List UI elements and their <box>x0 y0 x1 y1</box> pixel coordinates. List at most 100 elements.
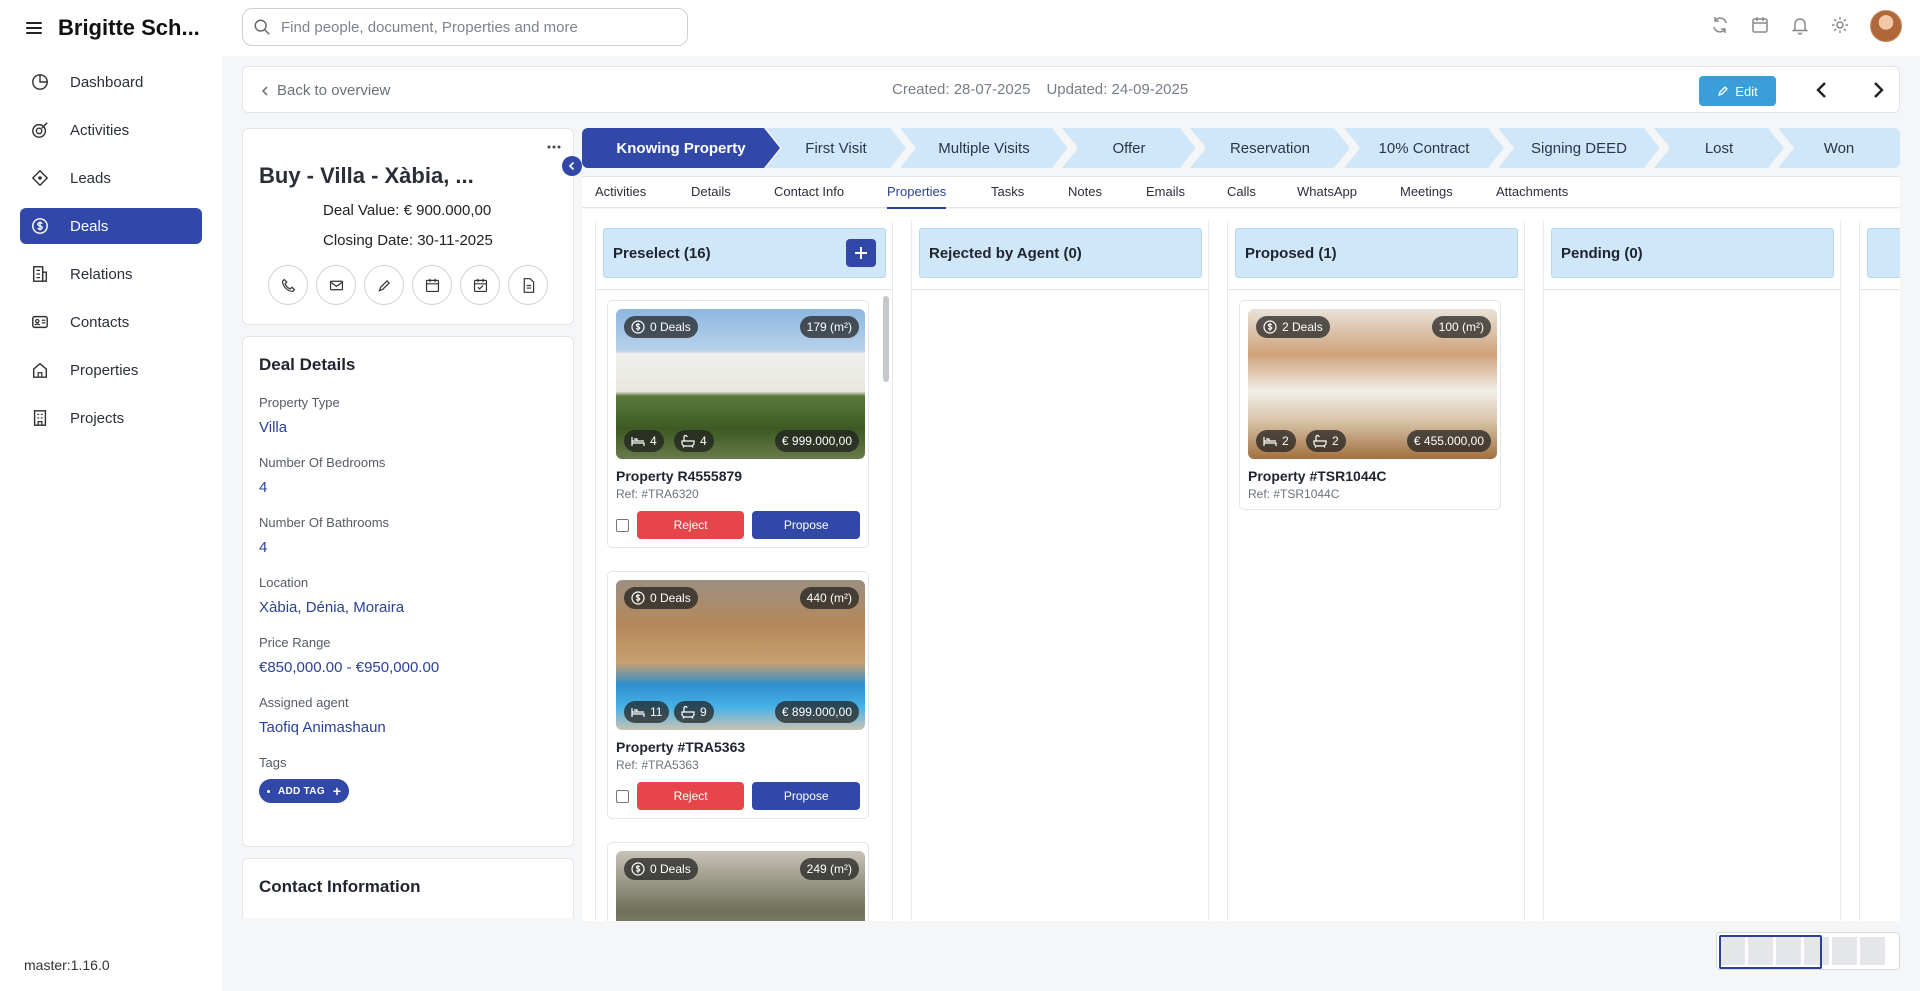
divider <box>1860 289 1900 290</box>
edit-button[interactable]: Edit <box>1699 76 1776 106</box>
stage-first-visit[interactable]: First Visit <box>766 128 906 168</box>
select-checkbox[interactable] <box>616 518 629 532</box>
add-property-button[interactable] <box>846 239 876 267</box>
previous-deal-arrow-icon[interactable] <box>1811 79 1833 101</box>
sidebar-item-label: Activities <box>70 121 130 139</box>
minimap-viewport[interactable] <box>1719 935 1822 969</box>
next-deal-arrow-icon[interactable] <box>1867 79 1889 101</box>
tab-whatsapp[interactable]: WhatsApp <box>1297 184 1357 209</box>
bath-icon <box>1313 434 1327 448</box>
pencil-icon <box>1717 85 1729 97</box>
reject-button[interactable]: Reject <box>636 511 745 539</box>
back-label: Back to overview <box>277 82 391 99</box>
updated-date: Updated: 24-09-2025 <box>1046 81 1189 98</box>
sidebar-item-dashboard[interactable]: Dashboard <box>20 64 202 100</box>
sidebar-item-projects[interactable]: Projects <box>20 400 202 436</box>
reject-button[interactable]: Reject <box>636 782 745 810</box>
stage-label: Reservation <box>1229 139 1311 157</box>
stage-lost[interactable]: Lost <box>1654 128 1784 168</box>
stage-knowing-property[interactable]: Knowing Property <box>582 128 780 168</box>
column-scrollbar[interactable] <box>883 296 889 382</box>
column-header <box>1867 228 1900 278</box>
edit-label: Edit <box>1735 83 1758 99</box>
collapse-panel-button[interactable] <box>562 156 582 176</box>
stage-multiple-visits[interactable]: Multiple Visits <box>900 128 1068 168</box>
column-title: Proposed (1) <box>1245 244 1337 262</box>
bath-icon <box>681 705 695 719</box>
tab-tasks[interactable]: Tasks <box>991 184 1024 209</box>
tab-activities[interactable]: Activities <box>595 184 646 209</box>
sidebar-item-properties[interactable]: Properties <box>20 352 202 388</box>
add-tag-button[interactable]: ADD TAG + <box>259 779 350 803</box>
stage-label: 10% Contract <box>1378 139 1470 157</box>
tab-meetings[interactable]: Meetings <box>1400 184 1453 209</box>
sidebar-item-activities[interactable]: Activities <box>20 112 202 148</box>
deals-count: 0 Deals <box>650 862 691 876</box>
board-minimap[interactable] <box>1716 932 1900 970</box>
area-badge: 100 (m²) <box>1431 316 1491 338</box>
search-box[interactable] <box>242 8 688 46</box>
column-proposed: Proposed (1) 2 Deals 100 (m²) 2 2 € 455.… <box>1227 221 1525 921</box>
tab-emails[interactable]: Emails <box>1146 184 1185 209</box>
area-badge: 249 (m²) <box>799 858 859 880</box>
property-ref: Ref: #TRA5363 <box>616 758 699 772</box>
property-card[interactable]: 0 Deals 440 (m²) 11 9 € 899.000,00 Prope… <box>607 571 869 819</box>
detail-field-assigned-agent: Assigned agent Taofiq Animashaun <box>259 695 557 736</box>
stage-won[interactable]: Won <box>1778 128 1900 168</box>
edit-note-button[interactable] <box>364 265 404 305</box>
dollar-icon <box>631 862 645 876</box>
sidebar-item-relations[interactable]: Relations <box>20 256 202 292</box>
deal-tabs: Activities Details Contact Info Properti… <box>582 176 1900 209</box>
bell-icon[interactable] <box>1790 15 1812 37</box>
propose-button[interactable]: Propose <box>752 782 861 810</box>
brand-name: Brigitte Sch... <box>58 15 200 40</box>
stage-signing-deed[interactable]: Signing DEED <box>1498 128 1660 168</box>
select-checkbox[interactable] <box>616 789 629 803</box>
quick-actions <box>268 265 556 305</box>
avatar[interactable] <box>1870 10 1902 42</box>
sidebar-item-contacts[interactable]: Contacts <box>20 304 202 340</box>
sidebar-item-label: Relations <box>70 265 133 283</box>
stage-offer[interactable]: Offer <box>1062 128 1196 168</box>
card-actions: Reject Propose <box>616 511 861 539</box>
tab-details[interactable]: Details <box>691 184 731 209</box>
task-button[interactable] <box>460 265 500 305</box>
price-badge: € 455.000,00 <box>1406 430 1491 452</box>
calendar-icon[interactable] <box>1750 15 1772 37</box>
gear-icon[interactable] <box>1830 15 1852 37</box>
back-to-overview-link[interactable]: Back to overview <box>259 82 390 99</box>
stage-reservation[interactable]: Reservation <box>1190 128 1350 168</box>
propose-button[interactable]: Propose <box>752 511 861 539</box>
bedrooms-count: 11 <box>650 705 663 719</box>
stage-label: First Visit <box>805 139 867 157</box>
tab-calls[interactable]: Calls <box>1227 184 1256 209</box>
deals-count: 0 Deals <box>650 320 691 334</box>
sidebar-item-leads[interactable]: Leads <box>20 160 202 196</box>
stage-10-percent-contract[interactable]: 10% Contract <box>1344 128 1504 168</box>
email-button[interactable] <box>316 265 356 305</box>
minimap-cell <box>1832 937 1857 965</box>
property-card[interactable]: 2 Deals 100 (m²) 2 2 € 455.000,00 Proper… <box>1239 300 1501 510</box>
field-label: Price Range <box>259 635 331 650</box>
hamburger-menu-icon[interactable] <box>22 16 46 40</box>
contact-information-heading: Contact Information <box>259 877 421 896</box>
divider <box>912 289 1208 290</box>
bathrooms-badge: 2 <box>1306 430 1346 452</box>
schedule-button[interactable] <box>412 265 452 305</box>
call-button[interactable] <box>268 265 308 305</box>
document-button[interactable] <box>508 265 548 305</box>
tab-attachments[interactable]: Attachments <box>1496 184 1568 209</box>
tab-properties[interactable]: Properties <box>887 184 947 209</box>
search-input[interactable] <box>281 18 661 36</box>
dollar-icon <box>631 591 645 605</box>
detail-header: Back to overview Created: 28-07-2025 Upda… <box>242 66 1900 113</box>
tab-notes[interactable]: Notes <box>1068 184 1102 209</box>
property-card[interactable]: 0 Deals 249 (m²) <box>607 842 869 921</box>
pencil-icon <box>376 277 393 294</box>
property-card[interactable]: 0 Deals 179 (m²) 4 4 € 999.000,00 Proper… <box>607 300 869 548</box>
tab-contact-info[interactable]: Contact Info <box>774 184 844 209</box>
more-options-icon[interactable] <box>545 139 563 149</box>
property-title: Property #TRA5363 <box>616 739 746 755</box>
sidebar-item-deals[interactable]: Deals <box>20 208 202 244</box>
sync-icon[interactable] <box>1710 15 1732 37</box>
